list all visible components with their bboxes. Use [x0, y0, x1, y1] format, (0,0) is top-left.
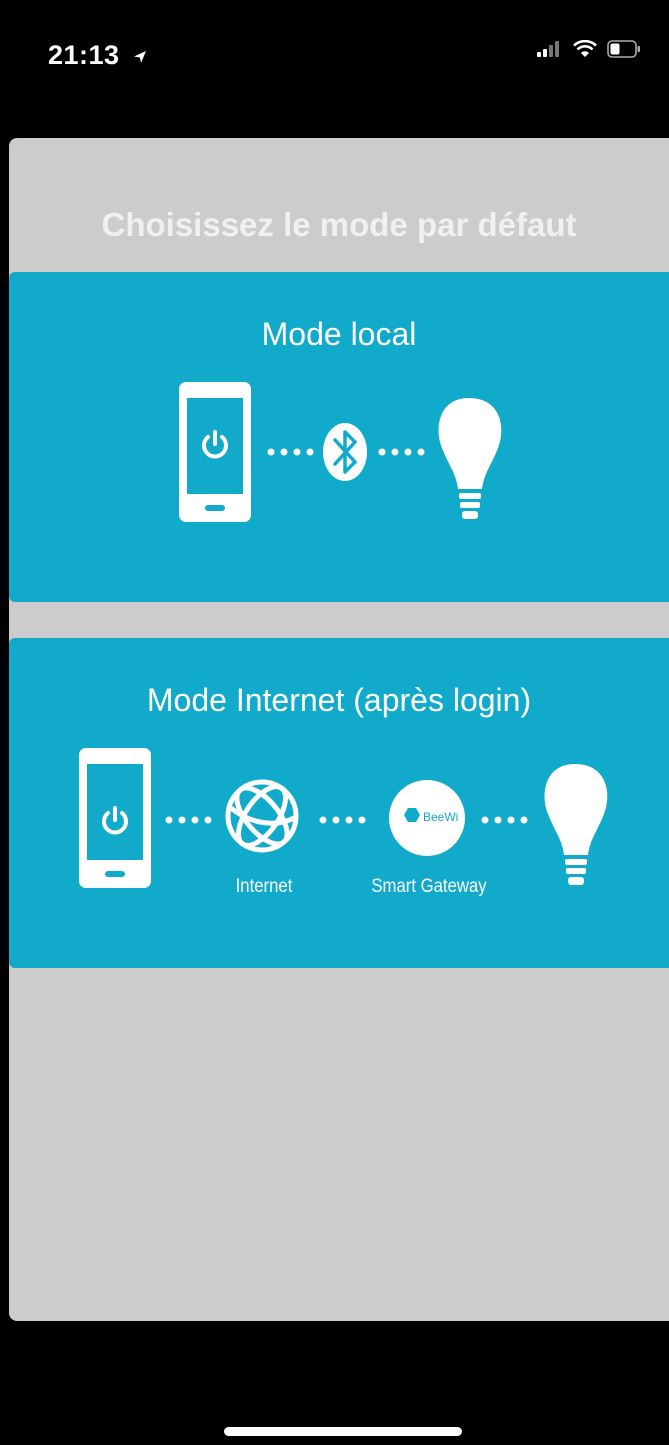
status-icons	[537, 40, 641, 58]
status-time: 21:13	[48, 40, 148, 71]
light-bulb-icon	[544, 764, 608, 885]
wifi-icon	[573, 40, 597, 57]
page-title: Choisissez le mode par défaut	[101, 206, 577, 243]
phone-power-icon	[179, 382, 251, 522]
globe-icon	[225, 779, 299, 853]
connection-dots	[165, 816, 528, 824]
internet-caption: Internet	[235, 876, 293, 897]
mode-local-option[interactable]: Mode local	[9, 272, 669, 602]
local-mode-diagram	[179, 382, 502, 522]
home-indicator[interactable]	[224, 1427, 462, 1436]
beewi-logo-text: BeeWi	[423, 810, 458, 824]
gateway-caption: Smart Gateway	[371, 876, 487, 897]
bluetooth-icon	[323, 423, 367, 481]
phone-power-icon	[79, 748, 151, 888]
location-arrow-icon	[133, 50, 146, 63]
status-bar: 21:13	[0, 0, 669, 100]
internet-mode-diagram: BeeWi	[79, 748, 608, 888]
beewi-gateway-icon: BeeWi	[389, 780, 465, 856]
mode-selection-sheet: Choisissez le mode par défaut Mode local	[9, 138, 669, 1321]
battery-icon	[607, 40, 640, 58]
clock: 21:13	[48, 40, 120, 70]
mode-internet-option[interactable]: Mode Internet (après login) BeeWi Intern…	[9, 638, 669, 968]
signal-icon	[537, 41, 559, 57]
light-bulb-icon	[438, 398, 502, 519]
